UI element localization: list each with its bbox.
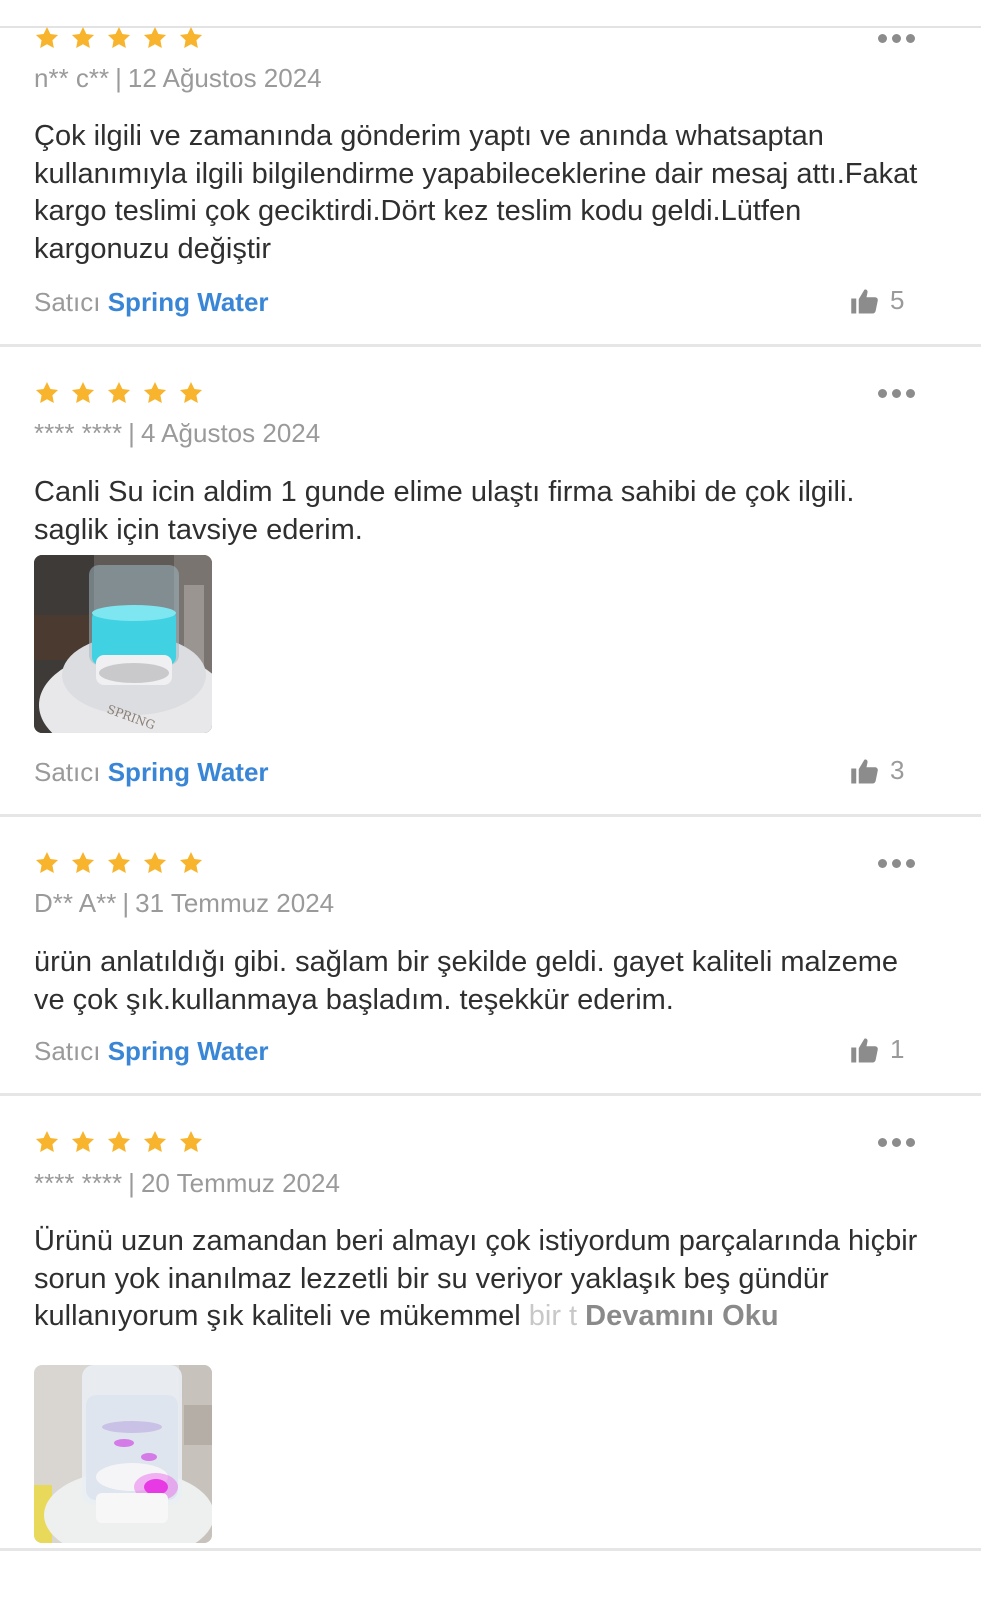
seller-label: Satıcı <box>34 287 101 317</box>
star-rating <box>34 1129 204 1155</box>
review-text-visible: Ürünü uzun zamandan beri almayı çok isti… <box>34 1225 918 1332</box>
review-photo[interactable]: SPRING <box>34 555 212 733</box>
review-text: ürün anlatıldığı gibi. sağlam bir şekild… <box>34 946 898 1016</box>
star-icon <box>178 1129 204 1155</box>
star-icon <box>142 1129 168 1155</box>
review-text: Ürünü uzun zamandan beri almayı çok isti… <box>34 1223 964 1336</box>
like-count: 3 <box>890 755 905 785</box>
review-text: Çok ilgili ve zamanında gönderim yaptı v… <box>34 120 918 265</box>
star-rating <box>34 380 204 406</box>
star-icon <box>106 25 132 51</box>
star-icon <box>106 850 132 876</box>
review-date: 31 Temmuz 2024 <box>135 888 335 918</box>
review-date: 12 Ağustos 2024 <box>127 63 322 93</box>
star-icon <box>70 380 96 406</box>
star-icon <box>70 1129 96 1155</box>
star-icon <box>106 380 132 406</box>
star-icon <box>142 850 168 876</box>
seller-label: Satıcı <box>34 1036 101 1066</box>
star-icon <box>34 1129 60 1155</box>
like-button[interactable]: 3 <box>850 755 904 786</box>
seller-info: Satıcı Spring Water <box>34 287 269 318</box>
more-options-icon[interactable] <box>878 859 915 868</box>
seller-info: Satıcı Spring Water <box>34 757 269 788</box>
thumbs-up-icon <box>850 286 880 316</box>
thumbs-up-icon <box>850 1035 880 1065</box>
star-icon <box>178 25 204 51</box>
meta-separator: | <box>115 63 122 93</box>
like-button[interactable]: 1 <box>850 1034 904 1065</box>
seller-link[interactable]: Spring Water <box>108 757 269 787</box>
star-icon <box>178 380 204 406</box>
seller-link[interactable]: Spring Water <box>108 287 269 317</box>
seller-link[interactable]: Spring Water <box>108 1036 269 1066</box>
review-divider <box>0 1548 981 1551</box>
meta-separator: | <box>128 418 135 448</box>
review-author: n** c** <box>34 63 110 93</box>
star-icon <box>70 25 96 51</box>
star-icon <box>34 380 60 406</box>
thumbs-up-icon <box>850 756 880 786</box>
star-icon <box>106 1129 132 1155</box>
review-text: Canli Su icin aldim 1 gunde elime ulaştı… <box>34 476 855 546</box>
meta-separator: | <box>122 888 130 918</box>
star-icon <box>34 25 60 51</box>
review-author: **** **** <box>34 1168 123 1198</box>
star-icon <box>34 850 60 876</box>
review-date: 20 Temmuz 2024 <box>140 1168 340 1198</box>
like-count: 5 <box>890 285 905 315</box>
review-meta: D** A** | 31 Temmuz 2024 <box>34 888 334 919</box>
review-meta: **** **** | 4 Ağustos 2024 <box>34 418 320 449</box>
review-author: **** **** <box>34 418 123 448</box>
seller-label: Satıcı <box>34 757 101 787</box>
star-icon <box>142 380 168 406</box>
star-icon <box>70 850 96 876</box>
like-count: 1 <box>890 1034 905 1064</box>
star-icon <box>178 850 204 876</box>
review-meta: **** **** | 20 Temmuz 2024 <box>34 1168 340 1199</box>
star-rating <box>34 850 204 876</box>
review-divider <box>0 344 981 347</box>
more-options-icon[interactable] <box>878 1138 915 1147</box>
more-options-icon[interactable] <box>878 34 915 43</box>
review-author: D** A** <box>34 888 117 918</box>
read-more-link[interactable]: Devamını Oku <box>585 1300 778 1332</box>
star-rating <box>34 25 204 51</box>
like-button[interactable]: 5 <box>850 285 904 316</box>
more-options-icon[interactable] <box>878 389 915 398</box>
review-meta: n** c** | 12 Ağustos 2024 <box>34 63 322 94</box>
meta-separator: | <box>128 1168 135 1198</box>
seller-info: Satıcı Spring Water <box>34 1036 269 1067</box>
review-divider <box>0 1093 981 1096</box>
star-icon <box>142 25 168 51</box>
review-photo[interactable] <box>34 1365 212 1543</box>
review-divider <box>0 814 981 817</box>
review-text-fade: bir t <box>520 1300 578 1332</box>
review-date: 4 Ağustos 2024 <box>140 418 321 448</box>
